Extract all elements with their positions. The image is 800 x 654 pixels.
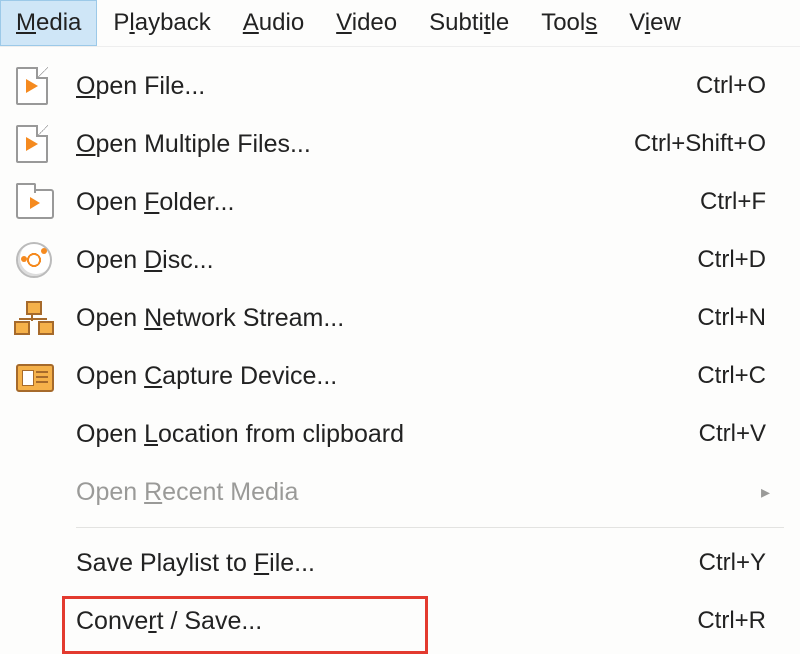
menu-item-label: Open Disc... [76,246,697,275]
menu-item-label: Convert / Save... [76,607,697,636]
menubar-item-view[interactable]: View [613,0,697,46]
net-icon [16,303,76,333]
menu-item-shortcut: Ctrl+C [697,362,770,390]
menu-item-shortcut: Ctrl+V [699,420,770,448]
menu-item-label: Open File... [76,72,696,101]
menu-item-open-capture-device[interactable]: Open Capture Device...Ctrl+C [0,347,800,405]
menu-item-open-multiple-files[interactable]: Open Multiple Files...Ctrl+Shift+O [0,115,800,173]
menubar-item-audio[interactable]: Audio [227,0,320,46]
menu-item-convert-save[interactable]: Convert / Save...Ctrl+R [0,592,800,650]
menu-item-shortcut: Ctrl+R [697,607,770,635]
menu-item-shortcut: Ctrl+F [700,188,770,216]
menu-separator [76,527,784,528]
file-icon [16,125,76,163]
menu-item-shortcut: Ctrl+D [697,246,770,274]
menu-item-label: Save Playlist to File... [76,549,699,578]
menu-item-label: Open Capture Device... [76,362,697,391]
menu-item-save-playlist-to-file[interactable]: Save Playlist to File...Ctrl+Y [0,534,800,592]
menu-item-open-location-from-clipboard[interactable]: Open Location from clipboardCtrl+V [0,405,800,463]
menubar-item-media[interactable]: Media [0,0,97,46]
menu-item-label: Open Location from clipboard [76,420,699,449]
menu-item-label: Open Folder... [76,188,700,217]
file-icon [16,67,76,105]
media-menu-dropdown: Open File...Ctrl+OOpen Multiple Files...… [0,46,800,650]
menu-item-open-network-stream[interactable]: Open Network Stream...Ctrl+N [0,289,800,347]
menu-item-open-recent-media: Open Recent Media▸ [0,463,800,521]
chevron-right-icon: ▸ [761,482,770,503]
menubar-item-tools[interactable]: Tools [525,0,613,46]
menu-item-label: Open Recent Media [76,478,761,507]
menu-item-shortcut: Ctrl+N [697,304,770,332]
card-icon [16,360,76,392]
menubar-item-video[interactable]: Video [320,0,413,46]
folder-icon [16,185,76,219]
disc-icon [16,242,76,278]
menu-item-shortcut: Ctrl+Shift+O [634,130,770,158]
menubar-item-playback[interactable]: Playback [97,0,226,46]
menubar: MediaPlaybackAudioVideoSubtitleToolsView [0,0,800,47]
menu-item-open-file[interactable]: Open File...Ctrl+O [0,57,800,115]
menu-item-shortcut: Ctrl+O [696,72,770,100]
menu-item-open-disc[interactable]: Open Disc...Ctrl+D [0,231,800,289]
menubar-item-subtitle[interactable]: Subtitle [413,0,525,46]
menu-item-label: Open Multiple Files... [76,130,634,159]
menu-item-label: Open Network Stream... [76,304,697,333]
menu-item-shortcut: Ctrl+Y [699,549,770,577]
menu-item-open-folder[interactable]: Open Folder...Ctrl+F [0,173,800,231]
